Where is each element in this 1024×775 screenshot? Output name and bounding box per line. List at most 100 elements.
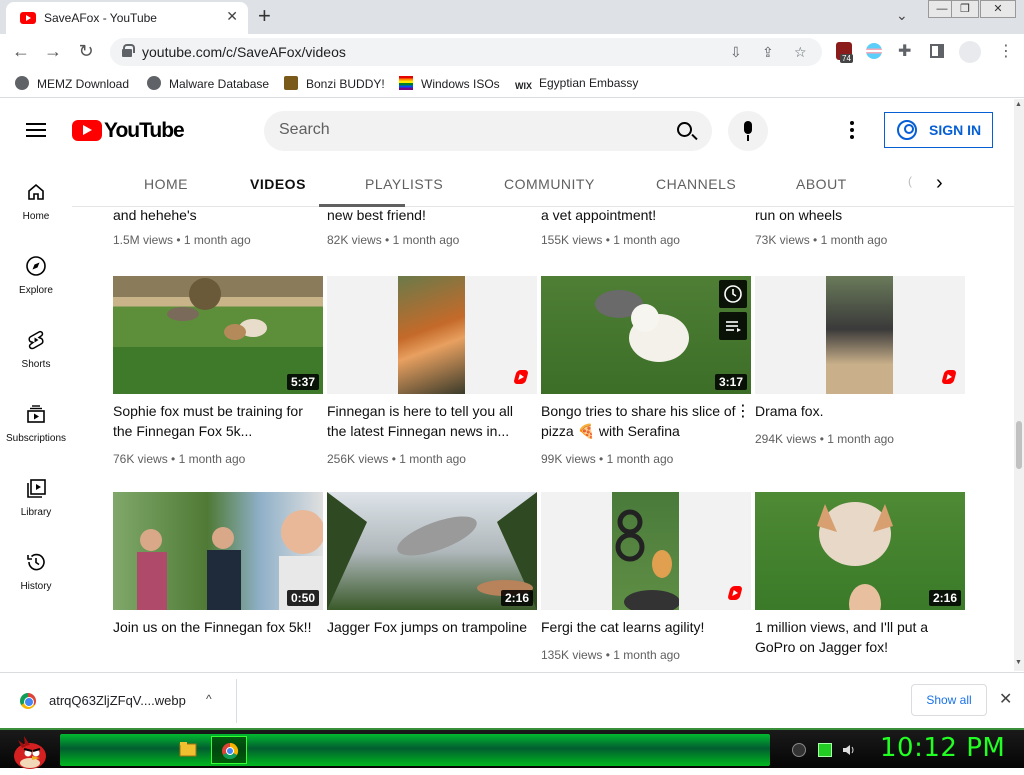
video-thumbnail[interactable] xyxy=(541,492,751,610)
side-panel-icon[interactable] xyxy=(930,44,944,58)
video-title[interactable]: new best friend! xyxy=(327,207,527,225)
tab-channels[interactable]: CHANNELS xyxy=(656,176,736,192)
chevron-right-icon[interactable]: › xyxy=(936,172,943,195)
add-to-queue-icon[interactable] xyxy=(719,312,747,340)
account-icon xyxy=(897,120,917,140)
show-all-downloads-button[interactable]: Show all xyxy=(911,684,987,716)
address-bar[interactable]: youtube.com/c/SaveAFox/videos ⇩ ⇪ ☆ xyxy=(110,38,822,66)
extensions-puzzle-icon[interactable]: ✚ xyxy=(898,41,911,61)
bookmark-bonzi-buddy[interactable]: Bonzi BUDDY! xyxy=(284,76,385,91)
video-title[interactable]: Join us on the Finnegan fox 5k!! xyxy=(113,617,313,657)
video-meta: 155K views • 1 month ago xyxy=(541,233,680,247)
tab-about[interactable]: ABOUT xyxy=(796,176,847,192)
page-scrollbar[interactable]: ▲ ▼ xyxy=(1014,99,1024,671)
download-filename[interactable]: atrqQ63ZljZFqV....webp xyxy=(49,693,186,708)
profile-flag-extension-icon[interactable] xyxy=(866,43,882,59)
back-arrow-icon[interactable]: ← xyxy=(10,41,32,62)
bookmark-windows-isos[interactable]: Windows ISOs xyxy=(399,76,500,91)
install-icon[interactable]: ⇩ xyxy=(730,44,742,61)
settings-kebab-icon[interactable] xyxy=(850,121,854,142)
tray-volume-icon[interactable] xyxy=(842,743,856,757)
bookmark-memz[interactable]: MEMZ Download xyxy=(15,76,129,91)
video-card[interactable]: new best friend! 82K views • 1 month ago xyxy=(327,207,537,259)
youtube-logo-icon[interactable] xyxy=(72,120,102,141)
video-thumbnail[interactable]: 2:16 xyxy=(327,492,537,610)
browser-menu-icon[interactable]: ⋮ xyxy=(998,41,1014,61)
search-input[interactable]: Search xyxy=(264,111,712,151)
browser-tab-strip: SaveAFox - YouTube ✕ + ⌄ — ❐ ✕ xyxy=(0,0,1024,34)
video-action-kebab-icon[interactable]: ⋮ xyxy=(735,401,751,421)
tab-home[interactable]: HOME xyxy=(144,176,188,192)
chevron-up-icon[interactable]: ^ xyxy=(206,692,212,706)
video-thumbnail[interactable]: 3:17 xyxy=(541,276,751,394)
video-title[interactable]: a vet appointment! xyxy=(541,207,741,225)
video-title[interactable]: Bongo tries to share his slice of pizza … xyxy=(541,401,741,441)
video-card[interactable]: 2:16 Jagger Fox jumps on trampoline xyxy=(327,492,537,671)
video-thumbnail[interactable] xyxy=(327,276,537,394)
restore-button[interactable]: ❐ xyxy=(951,0,979,18)
url-text[interactable]: youtube.com/c/SaveAFox/videos xyxy=(142,44,346,60)
start-angry-bird-icon[interactable] xyxy=(6,732,50,770)
short-thumbnail-image xyxy=(612,492,680,610)
file-explorer-icon[interactable] xyxy=(170,736,206,764)
scroll-down-arrow-icon[interactable]: ▼ xyxy=(1015,659,1022,666)
voice-search-mic-icon[interactable] xyxy=(728,111,768,151)
video-title[interactable]: 1 million views, and I'll put a GoPro on… xyxy=(755,617,955,657)
tray-network-icon[interactable] xyxy=(818,743,832,757)
tab-playlists[interactable]: PLAYLISTS xyxy=(365,176,443,192)
taskbar-clock[interactable]: 10:12 PM xyxy=(880,733,1005,763)
bookmark-malware-database[interactable]: Malware Database xyxy=(147,76,269,91)
video-card[interactable]: a vet appointment! 155K views • 1 month … xyxy=(541,207,751,259)
window-close-button[interactable]: ✕ xyxy=(980,0,1016,18)
video-card[interactable]: 3:17 Bongo tries to share his slice of p… xyxy=(541,276,751,476)
video-thumbnail[interactable]: 0:50 xyxy=(113,492,323,610)
video-card[interactable]: Fergi the cat learns agility! 135K views… xyxy=(541,492,751,671)
video-title[interactable]: Jagger Fox jumps on trampoline xyxy=(327,617,527,657)
browser-tab[interactable]: SaveAFox - YouTube ✕ xyxy=(6,2,248,34)
video-card[interactable]: run on wheels 73K views • 1 month ago xyxy=(755,207,965,259)
tab-community[interactable]: COMMUNITY xyxy=(504,176,595,192)
taskbar-strip xyxy=(60,734,770,766)
scrollbar-thumb[interactable] xyxy=(1016,421,1022,469)
video-title[interactable]: run on wheels xyxy=(755,207,955,225)
video-thumbnail[interactable]: 2:16 xyxy=(755,492,965,610)
watch-later-clock-icon[interactable] xyxy=(719,280,747,308)
video-card[interactable]: Drama fox. 294K views • 1 month ago xyxy=(755,276,965,476)
video-card[interactable]: 0:50 Join us on the Finnegan fox 5k!! xyxy=(113,492,323,671)
video-thumbnail[interactable] xyxy=(755,276,965,394)
search-icon[interactable] xyxy=(677,122,692,137)
profile-avatar-icon[interactable] xyxy=(959,41,981,63)
youtube-logo-text[interactable]: YouTube xyxy=(104,119,185,143)
bookmarks-bar: MEMZ Download Malware Database Bonzi BUD… xyxy=(0,70,1024,98)
tab-search-chevron-icon[interactable]: ⌄ xyxy=(896,7,908,24)
tab-close-icon[interactable]: ✕ xyxy=(226,8,238,25)
close-download-bar-icon[interactable]: ✕ xyxy=(999,689,1012,709)
bookmark-star-icon[interactable]: ☆ xyxy=(794,44,807,61)
channel-search-icon[interactable]: ( xyxy=(908,174,912,188)
home-icon xyxy=(25,181,47,203)
tray-back-icon[interactable] xyxy=(792,743,806,757)
chrome-taskbar-icon[interactable] xyxy=(211,736,247,764)
video-card[interactable]: and hehehe's 1.5M views • 1 month ago xyxy=(113,207,323,259)
short-thumbnail-image xyxy=(398,276,465,394)
video-card[interactable]: Finnegan is here to tell you all the lat… xyxy=(327,276,537,476)
video-thumbnail[interactable]: 5:37 xyxy=(113,276,323,394)
share-icon[interactable]: ⇪ xyxy=(762,44,774,61)
reload-icon[interactable]: ↻ xyxy=(75,41,97,62)
video-title[interactable]: Sophie fox must be training for the Finn… xyxy=(113,401,313,441)
shorts-badge-icon xyxy=(941,370,957,384)
scroll-up-arrow-icon[interactable]: ▲ xyxy=(1015,101,1022,108)
video-card[interactable]: 5:37 Sophie fox must be training for the… xyxy=(113,276,323,476)
forward-arrow-icon[interactable]: → xyxy=(42,41,64,62)
sign-in-button[interactable]: SIGN IN xyxy=(884,112,993,148)
video-title[interactable]: Finnegan is here to tell you all the lat… xyxy=(327,401,527,441)
menu-hamburger-icon[interactable] xyxy=(26,123,46,137)
new-tab-button[interactable]: + xyxy=(258,3,271,29)
video-title[interactable]: and hehehe's xyxy=(113,207,313,225)
bookmark-egyptian-embassy[interactable]: WIX Egyptian Embassy xyxy=(515,76,638,95)
lock-icon[interactable] xyxy=(122,44,135,57)
globe-icon xyxy=(147,76,161,90)
tab-videos[interactable]: VIDEOS xyxy=(250,176,306,192)
video-card[interactable]: 2:16 1 million views, and I'll put a GoP… xyxy=(755,492,965,671)
video-meta: 82K views • 1 month ago xyxy=(327,233,460,247)
